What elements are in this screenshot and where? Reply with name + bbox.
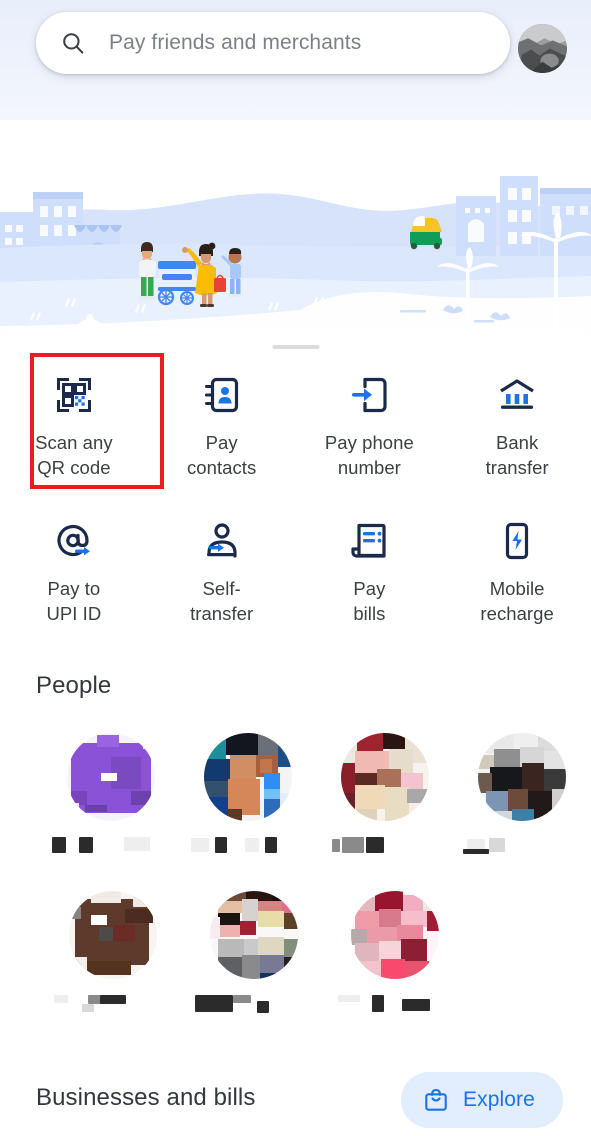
bottom-sheet: Scan any QR code Pay contacts Pay phone …: [0, 327, 591, 1136]
person-name: [336, 995, 454, 1012]
shopping-bag-icon: [425, 1088, 447, 1111]
action-label: Self- transfer: [190, 578, 254, 624]
bill-receipt-icon: [348, 520, 390, 562]
avatar-image: [518, 24, 567, 73]
person-avatar: [209, 891, 298, 979]
avatar[interactable]: [518, 24, 567, 73]
action-bank-transfer[interactable]: Bank transfer: [443, 356, 591, 480]
person-item[interactable]: [183, 891, 324, 1013]
phone-arrow-icon: [348, 374, 390, 416]
hero-illustration: [0, 120, 591, 335]
search-row: Pay friends and merchants: [0, 12, 591, 76]
google-pay-home-screen: Pay friends and merchants Scan any QR co…: [0, 0, 591, 1136]
city-street-illustration: [0, 120, 591, 335]
person-item[interactable]: [42, 733, 179, 853]
bank-icon: [496, 374, 538, 416]
action-scan-any-qr-code[interactable]: Scan any QR code: [0, 356, 148, 480]
quick-actions-row-2: Pay to UPI ID Self- transfer Pay bills M…: [0, 502, 591, 626]
search-input[interactable]: Pay friends and merchants: [36, 12, 510, 74]
person-avatar: [68, 891, 157, 979]
people-grid: [0, 733, 591, 1013]
person-avatar: [66, 733, 155, 821]
explore-label: Explore: [463, 1088, 535, 1111]
person-avatar: [478, 733, 567, 821]
action-label: Bank transfer: [485, 432, 549, 478]
action-label: Scan any QR code: [35, 432, 113, 478]
drag-handle[interactable]: [272, 345, 319, 349]
action-pay-to-upi-id[interactable]: Pay to UPI ID: [0, 502, 148, 626]
person-avatar: [203, 733, 292, 821]
at-sign-arrow-icon: [53, 520, 95, 562]
businesses-and-bills-row: Businesses and bills Explore: [0, 1060, 591, 1136]
action-label: Pay bills: [353, 578, 386, 624]
person-avatar: [341, 733, 430, 821]
person-avatar: [350, 891, 439, 979]
person-name: [194, 995, 313, 1013]
action-pay-contacts[interactable]: Pay contacts: [148, 356, 296, 480]
businesses-section-title: Businesses and bills: [36, 1084, 256, 1111]
qr-code-icon: [53, 374, 95, 416]
contacts-book-icon: [201, 374, 243, 416]
person-arrow-icon: [201, 520, 243, 562]
action-label: Pay contacts: [186, 432, 257, 478]
people-row-2: [0, 891, 591, 1013]
person-item[interactable]: [42, 891, 183, 1012]
explore-button[interactable]: Explore: [401, 1072, 563, 1128]
phone-bolt-icon: [496, 520, 538, 562]
action-label: Pay phone number: [324, 432, 414, 478]
action-label: Mobile recharge: [480, 578, 554, 624]
people-section-title: People: [36, 672, 112, 699]
person-name: [463, 837, 581, 854]
action-pay-phone-number[interactable]: Pay phone number: [296, 356, 444, 480]
person-name: [189, 837, 307, 853]
person-item[interactable]: [317, 733, 454, 853]
person-item[interactable]: [454, 733, 591, 854]
action-self-transfer[interactable]: Self- transfer: [148, 502, 296, 626]
person-item[interactable]: [324, 891, 465, 1012]
action-mobile-recharge[interactable]: Mobile recharge: [443, 502, 591, 626]
quick-actions-row-1: Scan any QR code Pay contacts Pay phone …: [0, 356, 591, 480]
person-name: [53, 995, 172, 1012]
person-name: [326, 837, 444, 853]
person-item[interactable]: [179, 733, 316, 853]
quick-actions-grid: Scan any QR code Pay contacts Pay phone …: [0, 356, 591, 626]
person-name: [51, 837, 170, 853]
search-icon: [63, 33, 84, 54]
action-label: Pay to UPI ID: [46, 578, 102, 624]
search-placeholder-text: Pay friends and merchants: [109, 31, 362, 54]
action-pay-bills[interactable]: Pay bills: [296, 502, 444, 626]
people-row-1: [0, 733, 591, 854]
